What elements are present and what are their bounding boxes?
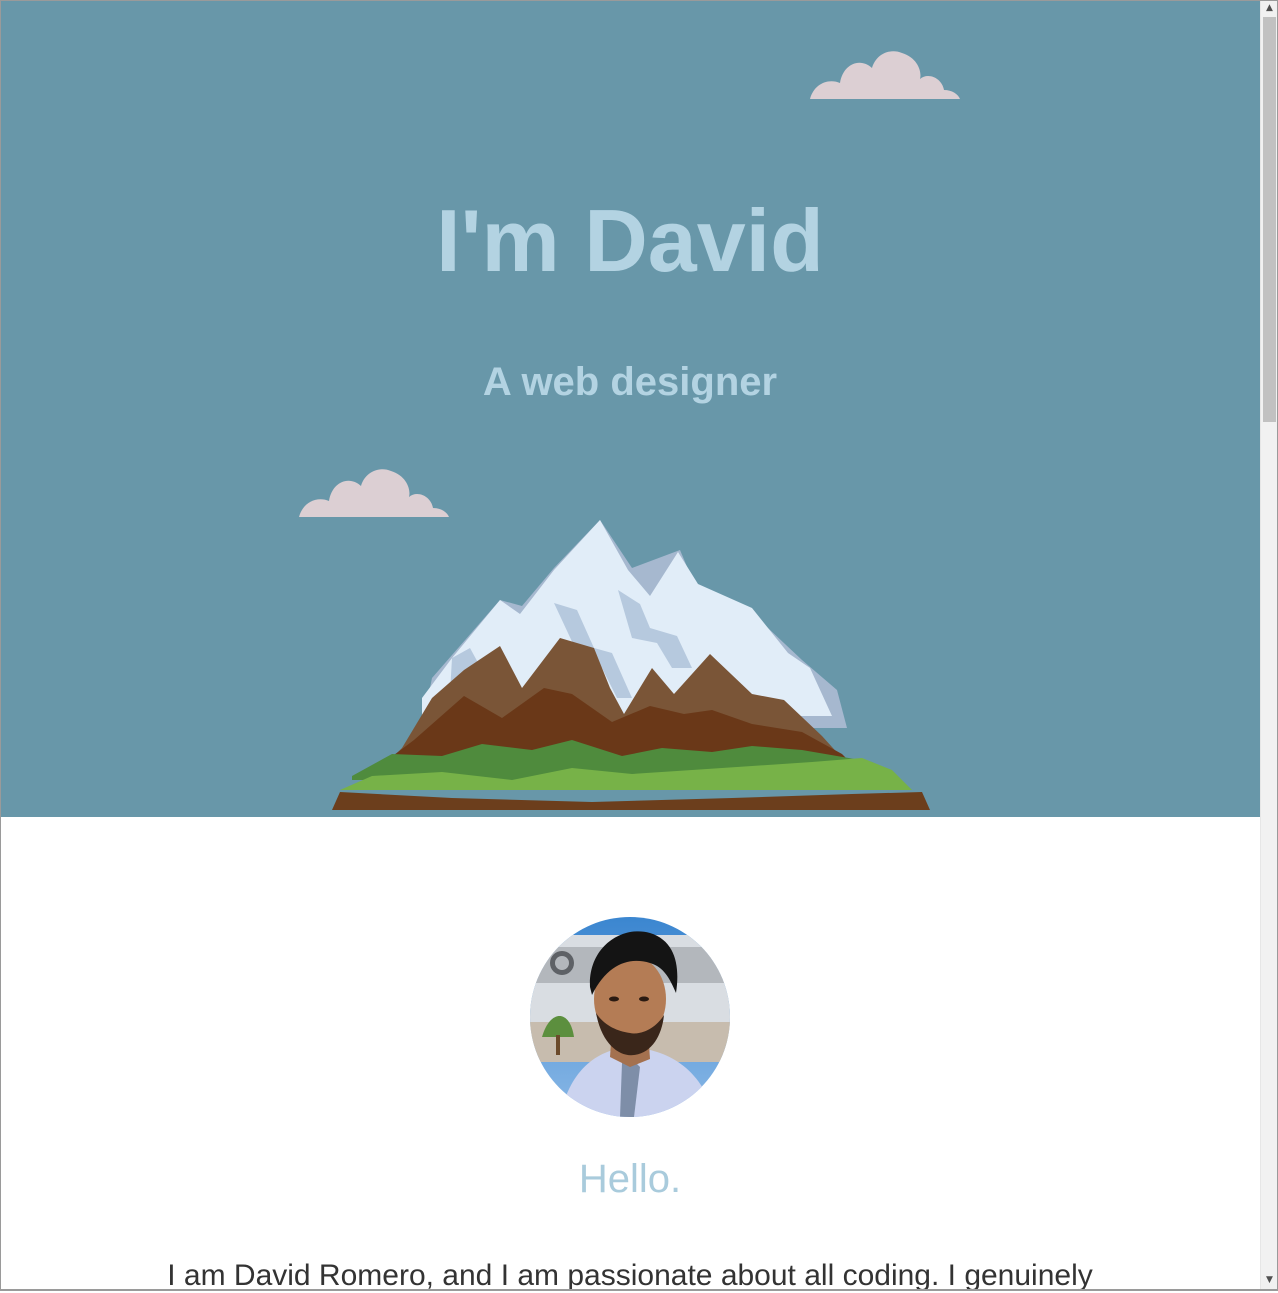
about-section: Hello. I am David Romero, and I am passi… xyxy=(0,817,1260,1292)
cloud-left-illustration xyxy=(299,469,449,517)
hero-section: I'm David A web designer xyxy=(0,0,1260,817)
scrollbar-thumb[interactable] xyxy=(1263,17,1276,422)
cloud-top-illustration xyxy=(810,51,960,99)
mountain-illustration xyxy=(332,520,930,810)
greeting-heading: Hello. xyxy=(578,1157,682,1201)
avatar xyxy=(530,917,730,1117)
hero-title: I'm David xyxy=(436,191,824,290)
scroll-down-arrow-icon[interactable]: ▼ xyxy=(1261,1272,1278,1289)
vertical-scrollbar[interactable]: ▲ ▼ xyxy=(1260,0,1278,1291)
scroll-up-arrow-icon[interactable]: ▲ xyxy=(1261,0,1278,17)
avatar-photo xyxy=(530,917,730,1117)
hero-subtitle: A web designer xyxy=(482,360,778,404)
intro-paragraph: I am David Romero, and I am passionate a… xyxy=(167,1259,1093,1292)
